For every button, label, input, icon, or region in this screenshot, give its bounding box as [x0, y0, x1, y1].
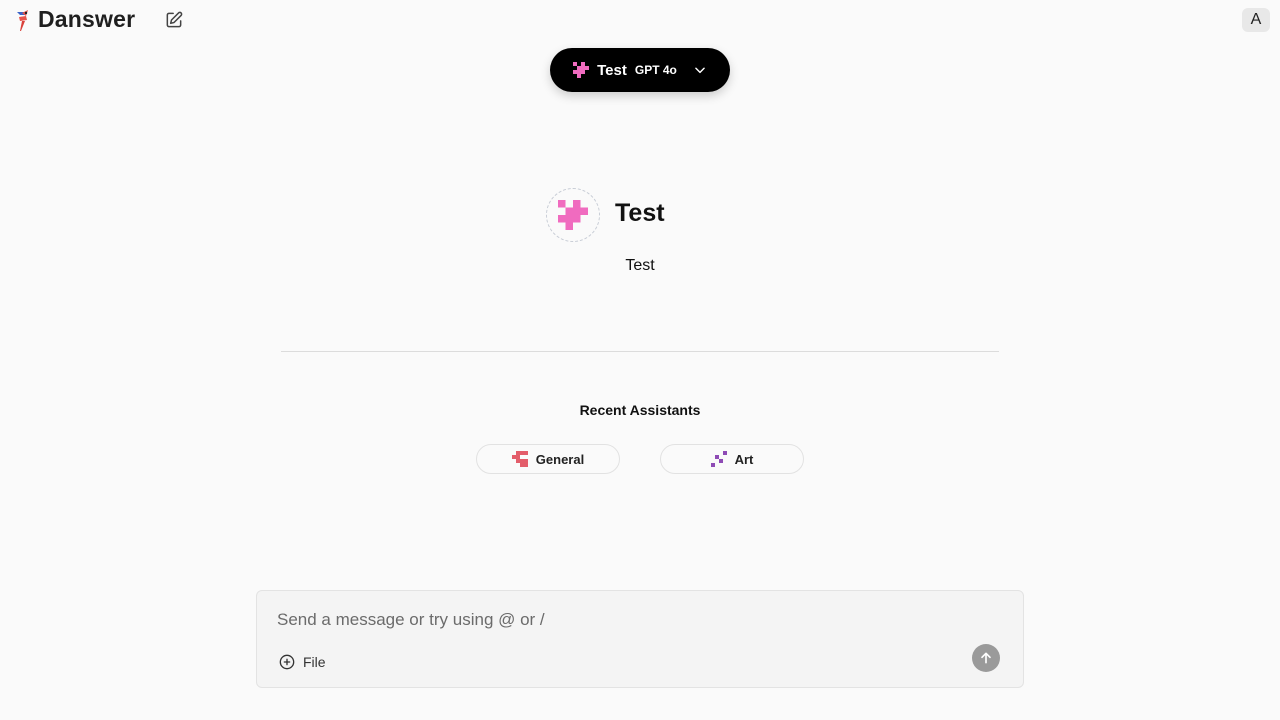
arrow-up-icon: [981, 652, 991, 664]
recent-assistant-label: General: [535, 451, 585, 467]
edit-square-icon: [166, 11, 183, 28]
danswer-logo-icon: [17, 9, 28, 31]
app-name: Danswer: [38, 6, 136, 32]
new-chat-button[interactable]: [163, 9, 185, 31]
divider: [281, 351, 999, 352]
pixel-assistant-icon: [558, 200, 588, 230]
assistant-title: Test: [615, 199, 665, 227]
message-composer: File: [256, 590, 1024, 688]
brand[interactable]: Danswer: [14, 6, 135, 33]
assistant-avatar: [546, 188, 600, 242]
assistant-selector[interactable]: Test GPT 4o: [550, 48, 730, 92]
attach-file-label: File: [303, 654, 326, 670]
recent-assistant-general[interactable]: General: [476, 444, 620, 474]
user-avatar[interactable]: A: [1242, 8, 1270, 32]
recent-assistant-label: Art: [734, 451, 754, 467]
assistant-selector-model: GPT 4o: [634, 63, 677, 77]
pixel-assistant-icon: [710, 451, 727, 467]
send-button[interactable]: [972, 644, 1000, 672]
message-input[interactable]: [277, 609, 977, 631]
plus-circle-icon: [279, 654, 295, 670]
recent-assistants-title: Recent Assistants: [579, 402, 701, 418]
assistant-description: Test: [625, 257, 655, 274]
chevron-down-icon: [695, 67, 705, 74]
pixel-assistant-icon: [573, 62, 590, 78]
attach-file-button[interactable]: File: [279, 654, 326, 670]
pixel-assistant-icon: [511, 451, 528, 467]
recent-assistant-art[interactable]: Art: [660, 444, 804, 474]
assistant-selector-name: Test: [597, 61, 627, 79]
chat-page: Danswer A Test GPT 4o Test Test Recent A…: [0, 0, 1280, 720]
